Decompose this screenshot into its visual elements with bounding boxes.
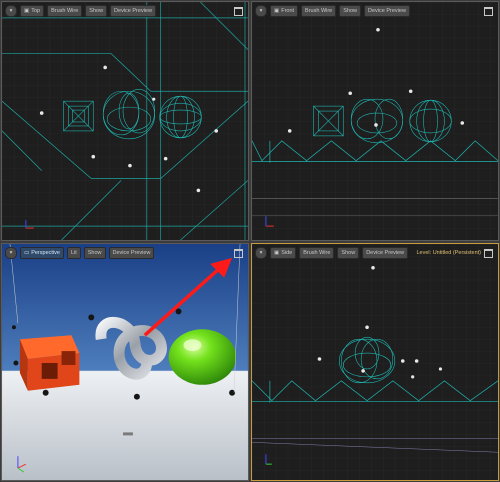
maximize-icon[interactable] — [234, 248, 243, 258]
device-preview-label: Device Preview — [114, 8, 152, 14]
menu-icon: ▾ — [259, 8, 263, 14]
viewport-menu-button[interactable]: ▾ — [5, 5, 17, 17]
front-viewport-scene — [252, 2, 498, 240]
show-label: Show — [87, 250, 102, 256]
front-viewport-toolbar: ▾ ▣ Front Brush Wire Show Device Preview — [255, 5, 495, 17]
orange-cube — [19, 335, 80, 391]
show-button[interactable]: Show — [339, 5, 362, 17]
level-name-label: Level: Untitled (Persistent) — [416, 250, 482, 256]
view-icon: ▭ — [24, 250, 30, 256]
menu-icon: ▾ — [9, 250, 13, 256]
show-label: Show — [89, 8, 104, 14]
view-type-label: Top — [31, 8, 41, 14]
device-preview-label: Device Preview — [368, 8, 406, 14]
view-icon: ▣ — [24, 8, 30, 14]
top-viewport-scene — [2, 2, 248, 240]
maximize-icon[interactable] — [484, 6, 493, 16]
show-button[interactable]: Show — [83, 247, 106, 259]
view-type-button[interactable]: ▣ Front — [270, 5, 299, 17]
viewport-menu-button[interactable]: ▾ — [255, 247, 267, 259]
view-mode-button[interactable]: Brush Wire — [299, 247, 335, 259]
green-sphere — [168, 329, 237, 385]
perspective-viewport-toolbar: ▾ ▭ Perspective Lit Show Device Preview — [5, 247, 245, 259]
device-preview-label: Device Preview — [112, 250, 151, 256]
view-mode-label: Brush Wire — [305, 8, 333, 14]
show-label: Show — [341, 250, 356, 256]
viewport-side[interactable]: ▾ ▣ Side Brush Wire Show Device Preview L… — [251, 243, 499, 481]
top-viewport-toolbar: ▾ ▣ Top Brush Wire Show Device Preview — [5, 5, 245, 17]
view-icon: ▣ — [274, 250, 280, 256]
viewport-top[interactable]: ▾ ▣ Top Brush Wire Show Device Preview — [1, 1, 249, 241]
show-label: Show — [343, 8, 358, 14]
view-type-button[interactable]: ▣ Side — [270, 247, 297, 259]
side-viewport-toolbar: ▾ ▣ Side Brush Wire Show Device Preview L… — [255, 247, 495, 259]
device-preview-button[interactable]: Device Preview — [364, 5, 410, 17]
menu-icon: ▾ — [259, 250, 263, 256]
menu-icon: ▾ — [9, 8, 13, 14]
view-type-button[interactable]: ▣ Top — [20, 5, 45, 17]
view-mode-button[interactable]: Brush Wire — [301, 5, 337, 17]
view-icon: ▣ — [274, 8, 280, 14]
view-mode-button[interactable]: Brush Wire — [47, 5, 83, 17]
device-preview-button[interactable]: Device Preview — [362, 247, 409, 259]
view-type-label: Front — [281, 8, 295, 14]
show-button[interactable]: Show — [337, 247, 360, 259]
view-type-button[interactable]: ▭ Perspective — [20, 247, 64, 259]
view-mode-label: Brush Wire — [51, 8, 79, 14]
maximize-icon[interactable] — [234, 6, 243, 16]
perspective-viewport-scene — [2, 244, 248, 480]
viewport-perspective[interactable]: ▾ ▭ Perspective Lit Show Device Preview — [1, 243, 249, 481]
view-mode-label: Brush Wire — [303, 250, 331, 256]
view-type-label: Perspective — [31, 250, 60, 256]
viewport-menu-button[interactable]: ▾ — [5, 247, 17, 259]
viewport-front[interactable]: ▾ ▣ Front Brush Wire Show Device Preview — [251, 1, 499, 241]
viewport-menu-button[interactable]: ▾ — [255, 5, 267, 17]
maximize-icon[interactable] — [484, 248, 493, 258]
device-preview-label: Device Preview — [366, 250, 405, 256]
device-preview-button[interactable]: Device Preview — [108, 247, 155, 259]
show-button[interactable]: Show — [85, 5, 108, 17]
view-mode-label: Lit — [70, 250, 77, 256]
view-mode-button[interactable]: Lit — [66, 247, 81, 259]
side-viewport-scene — [252, 244, 498, 480]
view-type-label: Side — [281, 250, 293, 256]
device-preview-button[interactable]: Device Preview — [110, 5, 156, 17]
